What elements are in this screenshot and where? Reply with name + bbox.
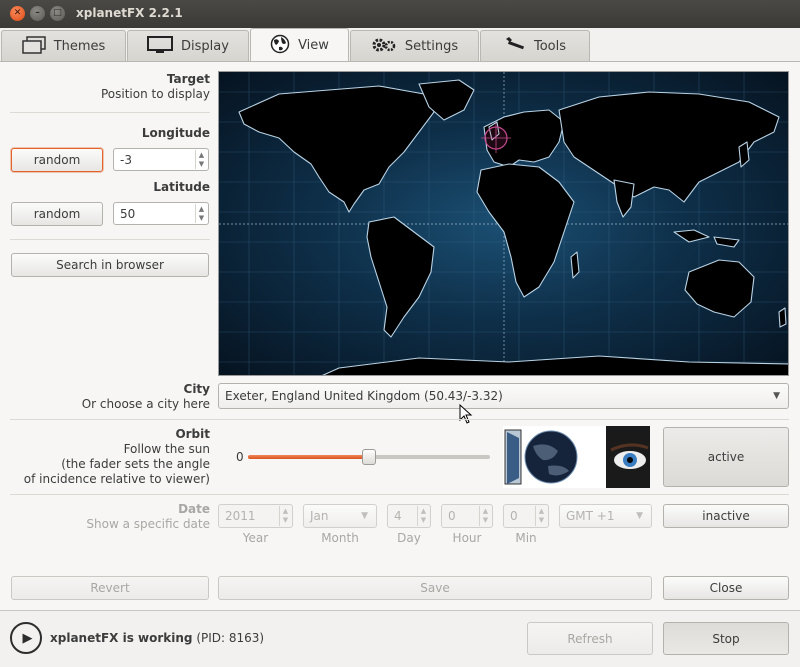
orbit-slider[interactable]: [248, 448, 490, 466]
latitude-spinner[interactable]: 50 ▲ ▼: [113, 202, 209, 225]
close-window-icon[interactable]: ✕: [10, 6, 25, 21]
longitude-random-button[interactable]: random: [11, 148, 103, 172]
windows-icon: [21, 35, 46, 58]
world-map-graphic: [219, 72, 788, 375]
play-icon[interactable]: ▶: [10, 622, 42, 654]
spinner-arrows-icon[interactable]: ▲ ▼: [417, 506, 429, 526]
latitude-label: Latitude: [153, 180, 210, 194]
title-bar: ✕ – □ xplanetFX 2.2.1: [0, 0, 800, 28]
day-label: Day: [397, 531, 421, 545]
longitude-spinner[interactable]: -3 ▲ ▼: [113, 148, 209, 171]
slider-fill: [248, 455, 369, 459]
min-spinner[interactable]: 0 ▲ ▼: [503, 504, 549, 528]
year-value: 2011: [225, 509, 256, 523]
mouse-cursor-icon: [459, 403, 473, 427]
year-spinner[interactable]: 2011 ▲ ▼: [218, 504, 293, 528]
spinner-arrows-icon[interactable]: ▲ ▼: [279, 506, 291, 526]
month-select[interactable]: Jan ▼: [303, 504, 377, 528]
day-value: 4: [394, 509, 402, 523]
date-title: Date: [178, 502, 210, 516]
chevron-down-icon: ▼: [361, 511, 368, 521]
latitude-value: 50: [120, 206, 136, 221]
orbit-line-2: (the fader sets the angle: [61, 457, 210, 471]
close-button[interactable]: Close: [663, 576, 789, 600]
divider: [10, 419, 789, 420]
city-subtitle: Or choose a city here: [81, 397, 210, 411]
tab-bar: Themes Display View Settings Tools: [0, 28, 800, 62]
save-button[interactable]: Save: [218, 576, 652, 600]
spinner-arrows-icon[interactable]: ▲ ▼: [195, 150, 207, 169]
divider: [10, 239, 210, 240]
wrench-icon: [504, 36, 526, 58]
date-inactive-button[interactable]: inactive: [663, 504, 789, 528]
stop-button[interactable]: Stop: [663, 622, 789, 655]
spinner-arrows-icon[interactable]: ▲ ▼: [535, 506, 547, 526]
world-map[interactable]: [218, 71, 789, 376]
divider: [10, 494, 789, 495]
tab-view-label: View: [298, 38, 329, 53]
city-select[interactable]: Exeter, England United Kingdom (50.43/-3…: [218, 383, 789, 409]
search-in-browser-button[interactable]: Search in browser: [11, 253, 209, 277]
city-selected-value: Exeter, England United Kingdom (50.43/-3…: [225, 389, 503, 403]
min-label: Min: [515, 531, 537, 545]
day-spinner[interactable]: 4 ▲ ▼: [387, 504, 431, 528]
latitude-random-button[interactable]: random: [11, 202, 103, 226]
status-text: xplanetFX is working (PID: 8163): [50, 631, 264, 645]
hour-spinner[interactable]: 0 ▲ ▼: [441, 504, 493, 528]
globe-icon: [270, 34, 290, 58]
minimize-window-icon[interactable]: –: [30, 6, 45, 21]
chevron-down-icon: ▼: [773, 391, 780, 401]
tab-settings[interactable]: Settings: [350, 30, 479, 62]
revert-button[interactable]: Revert: [11, 576, 209, 600]
tab-themes-label: Themes: [53, 39, 106, 54]
timezone-value: GMT +1: [566, 509, 615, 523]
hour-value: 0: [448, 509, 456, 523]
tab-tools[interactable]: Tools: [480, 30, 590, 62]
orbit-active-button[interactable]: active: [663, 427, 789, 487]
orbit-line-3: of incidence relative to viewer): [23, 472, 210, 486]
target-subtitle: Position to display: [100, 87, 210, 101]
year-label: Year: [242, 531, 269, 545]
target-title: Target: [166, 72, 210, 86]
longitude-label: Longitude: [141, 126, 210, 140]
monitor-icon: [147, 35, 174, 58]
status-pid: (PID: 8163): [196, 631, 265, 645]
tab-themes[interactable]: Themes: [1, 30, 126, 62]
date-subtitle: Show a specific date: [86, 517, 210, 531]
orbit-slider-min-label: 0: [236, 450, 244, 464]
chevron-down-icon: ▼: [636, 511, 643, 521]
month-value: Jan: [310, 509, 329, 523]
spinner-arrows-icon[interactable]: ▲ ▼: [479, 506, 491, 526]
tab-settings-label: Settings: [404, 39, 459, 54]
orbit-title: Orbit: [175, 427, 210, 441]
tab-display-label: Display: [181, 39, 229, 54]
tab-display[interactable]: Display: [127, 30, 249, 62]
hour-label: Hour: [452, 531, 482, 545]
month-label: Month: [321, 531, 359, 545]
view-panel: Target Position to display Longitude ran…: [0, 61, 800, 611]
status-app-name: xplanetFX is working: [50, 631, 193, 645]
orbit-illustration: [503, 426, 650, 488]
maximize-window-icon[interactable]: □: [50, 6, 65, 21]
spinner-arrows-icon[interactable]: ▲ ▼: [195, 204, 207, 223]
longitude-value: -3: [120, 152, 132, 167]
status-bar: ▶ xplanetFX is working (PID: 8163) Refre…: [0, 612, 800, 667]
tab-view[interactable]: View: [250, 28, 349, 62]
refresh-button[interactable]: Refresh: [527, 622, 653, 655]
orbit-line-1: Follow the sun: [123, 442, 210, 456]
window-title: xplanetFX 2.2.1: [76, 6, 183, 20]
gears-icon: [371, 36, 397, 58]
divider: [10, 112, 210, 113]
min-value: 0: [510, 509, 518, 523]
slider-thumb[interactable]: [362, 449, 376, 465]
tab-tools-label: Tools: [533, 39, 567, 54]
city-title: City: [183, 382, 210, 396]
timezone-select[interactable]: GMT +1 ▼: [559, 504, 652, 528]
